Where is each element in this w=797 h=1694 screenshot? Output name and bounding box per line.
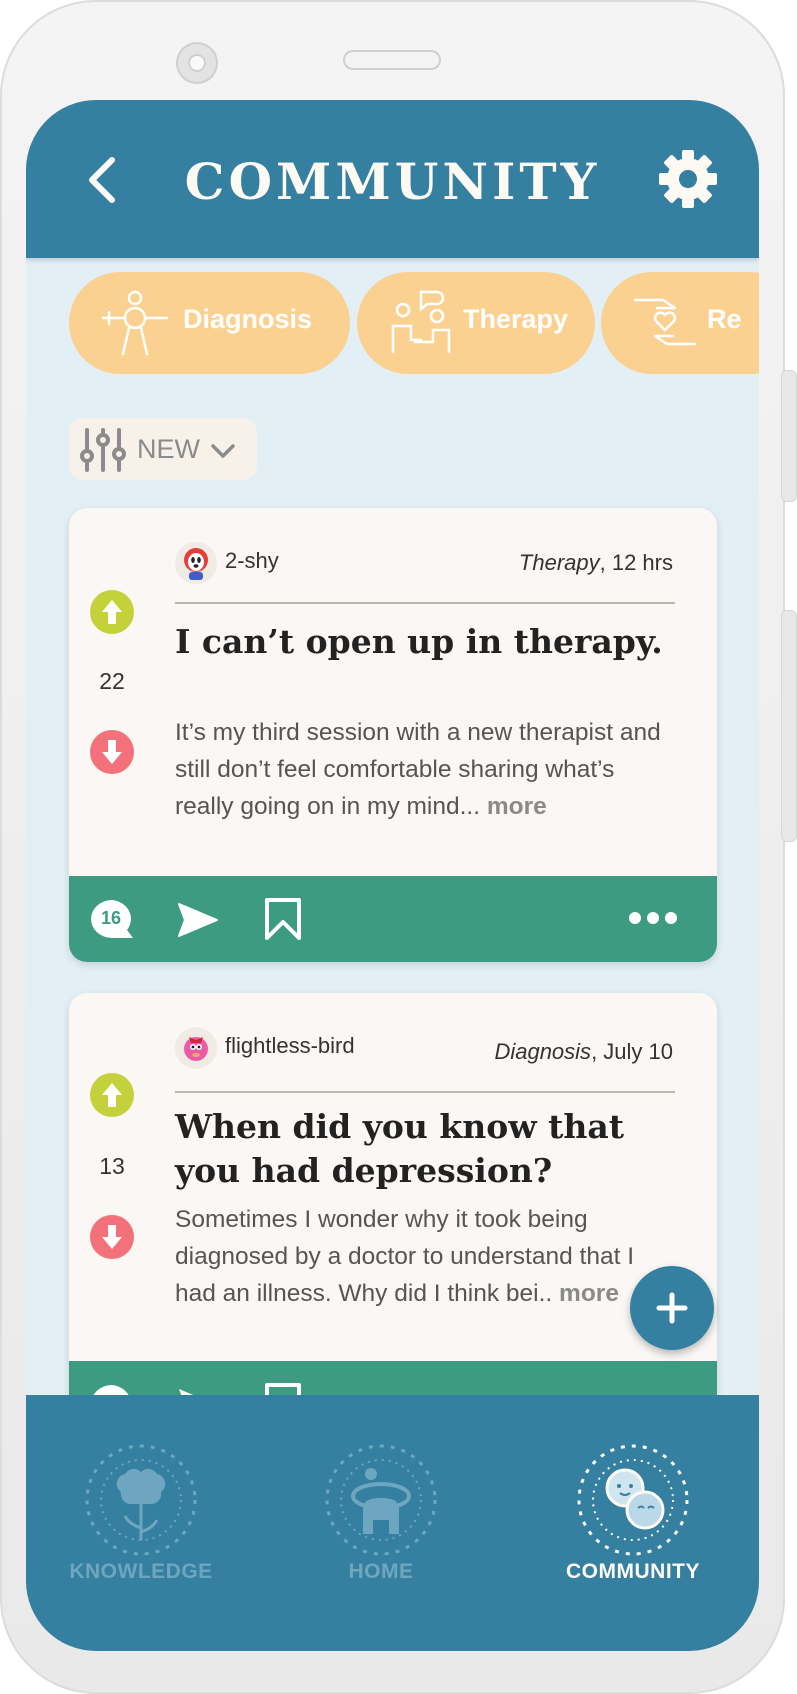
- more-horizontal-icon: [629, 912, 677, 924]
- nav-label: KNOWLEDGE: [69, 1560, 213, 1583]
- person-diagnosis-icon: [101, 290, 169, 356]
- chat-bubbles-icon: [577, 1444, 689, 1556]
- more-link[interactable]: more: [559, 1280, 619, 1307]
- nav-label: HOME: [348, 1560, 414, 1583]
- nav-item-home[interactable]: HOME: [266, 1395, 496, 1595]
- post-category: Diagnosis: [494, 1039, 592, 1064]
- send-icon: [178, 903, 218, 937]
- page-title: COMMUNITY: [184, 152, 601, 211]
- chip-diagnosis[interactable]: Diagnosis: [69, 272, 350, 374]
- card-divider: [175, 1091, 675, 1093]
- chip-label: Re: [707, 304, 742, 334]
- more-options-button[interactable]: [629, 910, 677, 926]
- nav-item-knowledge[interactable]: KNOWLEDGE: [26, 1395, 256, 1595]
- post-excerpt: It’s my third session with a new therapi…: [175, 719, 661, 820]
- category-chips: Diagnosis Therapy Re: [69, 272, 759, 376]
- speaker-grille: [343, 50, 441, 70]
- sort-label: NEW: [137, 434, 200, 464]
- hands-heart-icon: [633, 298, 697, 346]
- post-action-bar: 16: [69, 876, 717, 962]
- bookmark-button[interactable]: [261, 896, 305, 942]
- avatar[interactable]: [175, 542, 217, 584]
- avatar[interactable]: [175, 1027, 217, 1069]
- nav-item-community[interactable]: COMMUNITY: [518, 1395, 748, 1595]
- settings-button[interactable]: [658, 149, 718, 209]
- share-button[interactable]: [175, 900, 221, 940]
- post-time: , 12 hrs: [599, 550, 673, 575]
- post-meta: Diagnosis, July 10: [494, 1039, 673, 1065]
- nav-label: COMMUNITY: [566, 1560, 700, 1583]
- username[interactable]: flightless-bird: [225, 1033, 355, 1059]
- post-body: Sometimes I wonder why it took being dia…: [175, 1201, 675, 1312]
- upvote-button[interactable]: [90, 590, 134, 634]
- upvote-button[interactable]: [90, 1073, 134, 1117]
- post-time: , July 10: [591, 1039, 673, 1064]
- downvote-button[interactable]: [90, 730, 134, 774]
- top-app-bar: COMMUNITY: [26, 100, 759, 258]
- chip-label: Diagnosis: [183, 304, 313, 334]
- comment-count: 16: [100, 908, 122, 928]
- gear-icon: [659, 150, 717, 208]
- post-card[interactable]: 13 flightless-bird Diagnosis, July 10 Wh…: [69, 993, 717, 1453]
- new-post-button[interactable]: [630, 1266, 714, 1350]
- plus-icon: [656, 1292, 688, 1324]
- app-screen: COMMUNITY Diagnosis Therapy Re NEW 22 2-…: [26, 100, 759, 1651]
- sort-dropdown[interactable]: NEW: [69, 418, 257, 480]
- chip-therapy[interactable]: Therapy: [357, 272, 595, 374]
- therapy-session-icon: [391, 290, 451, 354]
- downvote-button[interactable]: [90, 1215, 134, 1259]
- power-button: [781, 610, 797, 842]
- bottom-navigation: KNOWLEDGE HOME COMMUNITY: [26, 1395, 759, 1651]
- volume-button: [781, 370, 797, 502]
- home-creature-icon: [325, 1444, 437, 1556]
- card-divider: [175, 602, 675, 604]
- post-body: It’s my third session with a new therapi…: [175, 714, 675, 825]
- front-camera: [176, 42, 218, 84]
- more-link[interactable]: more: [487, 793, 547, 820]
- post-title[interactable]: When did you know that you had depressio…: [175, 1105, 675, 1193]
- post-card[interactable]: 22 2-shy Therapy, 12 hrs I can’t open up…: [69, 508, 717, 962]
- post-title[interactable]: I can’t open up in therapy.: [175, 620, 675, 664]
- chevron-down-icon: [211, 444, 235, 458]
- vote-count: 22: [99, 668, 125, 694]
- chip-relationships[interactable]: Re: [601, 272, 759, 374]
- post-category: Therapy: [518, 550, 600, 575]
- vote-count: 13: [99, 1153, 125, 1179]
- chip-label: Therapy: [463, 304, 569, 334]
- brain-tree-icon: [85, 1444, 197, 1556]
- sliders-icon: [80, 428, 126, 472]
- username[interactable]: 2-shy: [225, 548, 279, 574]
- bookmark-icon: [265, 898, 301, 940]
- post-meta: Therapy, 12 hrs: [519, 550, 673, 576]
